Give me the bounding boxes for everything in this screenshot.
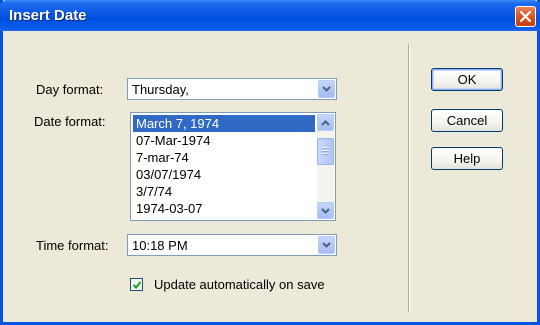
checkmark-icon	[132, 281, 142, 289]
insert-date-dialog: Insert Date Day format: Thursday, Date f…	[0, 0, 540, 325]
cancel-button[interactable]: Cancel	[431, 109, 503, 132]
update-automatically-label[interactable]: Update automatically on save	[154, 277, 325, 292]
help-button[interactable]: Help	[431, 147, 503, 170]
day-format-dropdown-button[interactable]	[318, 80, 335, 98]
day-format-dropdown[interactable]: Thursday,	[127, 78, 337, 100]
chevron-up-icon	[321, 120, 330, 126]
chevron-down-icon	[322, 242, 331, 248]
list-item[interactable]: 7-mar-74	[133, 149, 315, 166]
update-automatically-checkbox[interactable]	[130, 278, 143, 291]
list-item[interactable]: 03/07/1974	[133, 166, 315, 183]
chevron-down-icon	[322, 86, 331, 92]
scroll-down-button[interactable]	[317, 202, 334, 219]
thumb-grip	[322, 147, 329, 149]
list-item-selected[interactable]: March 7, 1974	[133, 115, 315, 132]
list-item[interactable]: 07-Mar-1974	[133, 132, 315, 149]
date-format-label: Date format:	[34, 114, 106, 129]
list-item[interactable]: 3/7/74	[133, 183, 315, 200]
dialog-title: Insert Date	[9, 7, 87, 24]
chevron-down-icon	[321, 208, 330, 214]
title-bar[interactable]: Insert Date	[0, 0, 540, 31]
scroll-thumb[interactable]	[317, 138, 334, 165]
thumb-grip	[322, 150, 329, 152]
ok-button[interactable]: OK	[431, 68, 503, 91]
date-format-list[interactable]: March 7, 1974 07-Mar-1974 7-mar-74 03/07…	[130, 112, 336, 221]
date-format-scrollbar[interactable]	[317, 114, 334, 219]
close-button[interactable]	[515, 6, 536, 27]
day-format-label: Day format:	[36, 82, 104, 97]
list-item[interactable]: 1974-03-07	[133, 200, 315, 217]
day-format-value: Thursday,	[132, 82, 189, 97]
thumb-grip	[322, 153, 329, 155]
scroll-up-button[interactable]	[317, 114, 334, 131]
close-icon	[520, 11, 531, 22]
time-format-dropdown-button[interactable]	[318, 236, 335, 254]
time-format-value: 10:18 PM	[132, 238, 188, 253]
time-format-label: Time format:	[36, 238, 109, 253]
time-format-dropdown[interactable]: 10:18 PM	[127, 234, 337, 256]
vertical-separator	[408, 44, 410, 312]
